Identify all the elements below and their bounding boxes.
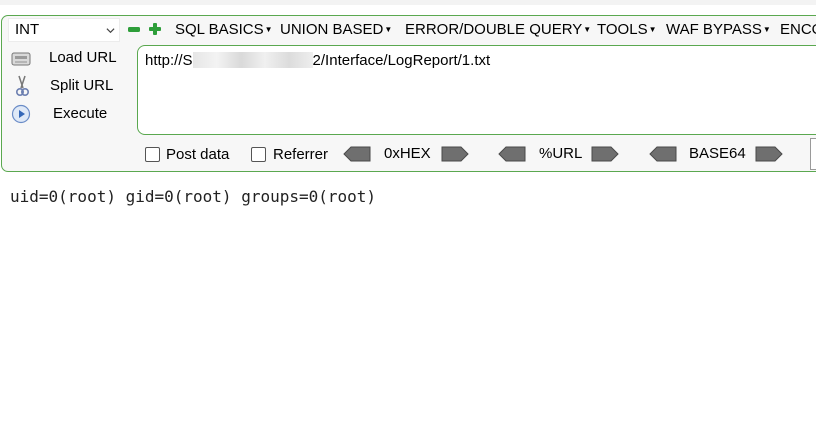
url-encoding-label: %URL bbox=[539, 145, 583, 162]
overflow-control[interactable] bbox=[810, 138, 816, 170]
hex-encode-arrow-icon[interactable] bbox=[441, 146, 469, 162]
caret-icon: ▼ bbox=[264, 25, 273, 35]
url-encode-arrow-icon[interactable] bbox=[591, 146, 619, 162]
load-url-button[interactable]: Load URL bbox=[49, 48, 117, 68]
execute-button[interactable]: Execute bbox=[53, 104, 107, 124]
hex-decode-arrow-icon[interactable] bbox=[343, 146, 371, 162]
menu-union-based[interactable]: UNION BASED▼ bbox=[280, 20, 392, 40]
menu-error-double-query[interactable]: ERROR/DOUBLE QUERY▼ bbox=[405, 20, 591, 40]
post-data-label: Post data bbox=[166, 146, 230, 163]
redacted-host bbox=[192, 52, 313, 68]
url-suffix: 2/Interface/LogReport/1.txt bbox=[312, 52, 491, 69]
caret-icon: ▼ bbox=[762, 25, 771, 35]
plus-icon[interactable] bbox=[148, 22, 162, 36]
caret-icon: ▼ bbox=[384, 25, 393, 35]
url-prefix: http:// bbox=[145, 52, 183, 69]
referrer-label: Referrer bbox=[273, 146, 329, 163]
caret-icon: ▼ bbox=[583, 25, 592, 35]
url-input[interactable]: http://S 2/Interface/LogReport/1.txt bbox=[137, 45, 816, 135]
split-url-button[interactable]: Split URL bbox=[50, 76, 113, 96]
menu-sql-basics[interactable]: SQL BASICS▼ bbox=[175, 20, 273, 40]
page-output-text: uid=0(root) gid=0(root) groups=0(root) bbox=[10, 187, 377, 206]
post-data-checkbox[interactable] bbox=[145, 147, 160, 162]
window-top-strip bbox=[0, 0, 816, 5]
scissors-icon bbox=[15, 75, 30, 97]
caret-icon: ▼ bbox=[648, 25, 657, 35]
url-decode-arrow-icon[interactable] bbox=[498, 146, 526, 162]
base64-encode-arrow-icon[interactable] bbox=[755, 146, 783, 162]
referrer-checkbox[interactable] bbox=[251, 147, 266, 162]
menu-tools[interactable]: TOOLS▼ bbox=[597, 20, 657, 40]
menu-waf-bypass[interactable]: WAF BYPASS▼ bbox=[666, 20, 771, 40]
load-url-icon bbox=[11, 52, 31, 66]
chevron-down-icon bbox=[106, 28, 115, 34]
type-select[interactable]: INT bbox=[8, 18, 120, 42]
minus-icon[interactable] bbox=[127, 22, 141, 36]
menu-encoding[interactable]: ENCO bbox=[780, 20, 816, 40]
play-icon bbox=[11, 104, 31, 124]
base64-label: BASE64 bbox=[689, 145, 746, 162]
url-visible-start: S bbox=[182, 52, 193, 69]
hex-label: 0xHEX bbox=[384, 145, 431, 162]
type-select-value: INT bbox=[15, 21, 40, 38]
base64-decode-arrow-icon[interactable] bbox=[649, 146, 677, 162]
